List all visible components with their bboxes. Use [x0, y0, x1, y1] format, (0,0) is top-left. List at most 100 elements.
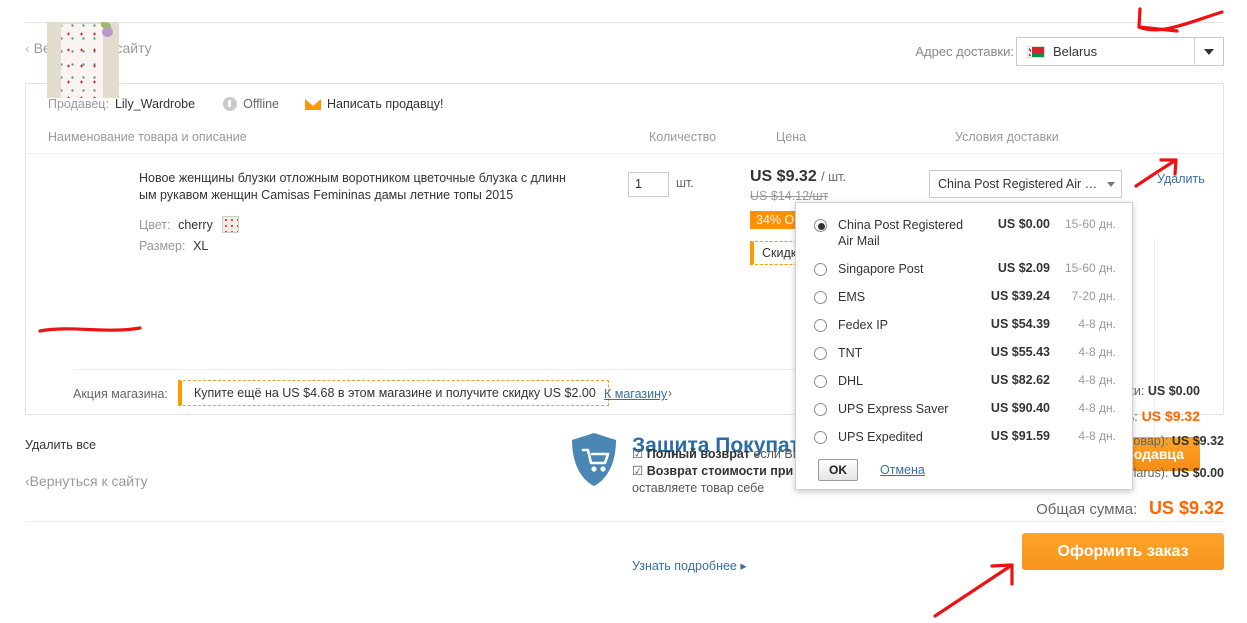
quantity-unit-label: шт. — [676, 176, 694, 190]
checkbox-checked-icon: ☑ — [632, 464, 644, 478]
product-size-value: XL — [193, 239, 209, 253]
column-header-shipping: Условия доставки — [955, 130, 1059, 144]
radio-icon[interactable] — [814, 291, 827, 304]
product-size-attr: Размер: XL — [139, 238, 208, 253]
radio-icon[interactable] — [814, 319, 827, 332]
protection-item-1-bold: Полный возврат — [646, 447, 750, 461]
product-title[interactable]: Новое женщины блузки отложным воротником… — [139, 170, 571, 204]
shipping-method-dropdown[interactable]: China Post Registered Air Mail US $0.00 15… — [795, 202, 1133, 490]
column-header-qty: Количество — [649, 130, 717, 144]
promo-arrow-icon: › — [668, 386, 672, 400]
order-total-label: Общая сумма: — [1036, 501, 1138, 518]
seller-status: Offline — [223, 97, 279, 111]
promo-text: Купите ещё на US $4.68 в этом магазине и… — [194, 386, 596, 400]
dropdown-cancel-link[interactable]: Отмена — [880, 463, 925, 477]
order-subtotal-value: US $9.32 — [1171, 434, 1224, 448]
card-shipping-cost-value: US $0.00 — [1147, 384, 1200, 398]
product-color-value: cherry — [178, 218, 213, 232]
product-thumbnail[interactable] — [47, 22, 119, 98]
shipping-option-price: US $0.00 — [997, 217, 1050, 231]
shipping-option-days: 4-8 дн. — [1078, 345, 1116, 359]
card-total: ть: US $9.32 — [1122, 408, 1200, 424]
product-image-bow — [102, 27, 113, 37]
shipping-address-value: Belarus — [1017, 44, 1194, 59]
order-total-value: US $9.32 — [1148, 498, 1224, 518]
shipping-address-label: Адрес доставки: — [915, 44, 1014, 59]
shipping-option-price: US $82.62 — [990, 373, 1050, 387]
seller-label: Продавец: — [48, 97, 109, 111]
shipping-option-5[interactable]: DHL US $82.62 4-8 дн. — [796, 367, 1132, 395]
shipping-option-name: UPS Express Saver — [838, 402, 949, 416]
shipping-option-name: DHL — [838, 374, 864, 388]
column-header-name: Наименование товара и описание — [48, 130, 247, 144]
delete-item-link[interactable]: Удалить — [1157, 172, 1205, 186]
shipping-method-select[interactable]: China Post Registered Air Mail — [929, 170, 1122, 198]
order-shipping-label: larus): — [1133, 466, 1169, 480]
radio-selected-icon[interactable] — [814, 219, 827, 232]
contact-seller-button[interactable]: Написать продавцу! — [305, 97, 444, 111]
shipping-option-days: 4-8 дн. — [1078, 317, 1116, 331]
delete-all-link[interactable]: Удалить все — [25, 438, 96, 452]
learn-more-link[interactable]: Узнать подробнее ▸ — [632, 558, 747, 573]
product-color-label: Цвет: — [139, 218, 171, 232]
protection-item-1-rest: если Вы — [749, 447, 802, 461]
shipping-method-label: China Post Registered Air Mail — [938, 177, 1103, 191]
buyer-protection-shield-icon — [572, 433, 616, 486]
shipping-option-3[interactable]: Fedex IP US $54.39 4-8 дн. — [796, 311, 1132, 339]
annotation-arrow-checkout — [933, 563, 1014, 618]
shipping-option-price: US $91.59 — [990, 429, 1050, 443]
contact-seller-label: Написать продавцу! — [327, 97, 444, 111]
shipping-option-4[interactable]: TNT US $55.43 4-8 дн. — [796, 339, 1132, 367]
shipping-option-6[interactable]: UPS Express Saver US $90.40 4-8 дн. — [796, 395, 1132, 423]
dropdown-actions: OK Отмена — [796, 451, 1132, 483]
checkout-button[interactable]: Оформить заказ — [1022, 533, 1224, 570]
shipping-address-select[interactable]: Belarus — [1016, 37, 1224, 66]
color-swatch-icon[interactable] — [222, 216, 240, 233]
shipping-option-price: US $55.43 — [990, 345, 1050, 359]
shipping-option-price: US $39.24 — [990, 289, 1050, 303]
product-size-label: Размер: — [139, 239, 186, 253]
order-subtotal: товар): US $9.32 — [1128, 434, 1224, 448]
chevron-down-icon — [1107, 181, 1115, 187]
checkbox-checked-icon: ☑ — [632, 447, 644, 461]
shipping-address-dropdown-button[interactable] — [1194, 38, 1223, 65]
shipping-option-name: EMS — [838, 290, 866, 304]
radio-icon[interactable] — [814, 431, 827, 444]
shipping-option-0[interactable]: China Post Registered Air Mail US $0.00 15… — [796, 211, 1132, 255]
card-total-value: US $9.32 — [1141, 408, 1200, 424]
seller-row: Продавец: Lily_Wardrobe Offline Написать… — [26, 84, 1223, 124]
order-shipping-value: US $0.00 — [1171, 466, 1224, 480]
shipping-option-name: UPS Expedited — [838, 430, 923, 444]
back-to-site-label-bottom: Вернуться к сайту — [29, 473, 148, 489]
shipping-option-days: 15-60 дн. — [1065, 217, 1116, 231]
shipping-option-2[interactable]: EMS US $39.24 7-20 дн. — [796, 283, 1132, 311]
shipping-option-1[interactable]: Singapore Post US $2.09 15-60 дн. — [796, 255, 1132, 283]
column-header-price: Цена — [776, 130, 807, 144]
radio-icon[interactable] — [814, 263, 827, 276]
shipping-option-days: 4-8 дн. — [1078, 429, 1116, 443]
order-shipping: larus): US $0.00 — [1134, 466, 1224, 480]
back-to-site-link-bottom[interactable]: ‹Вернуться к сайту — [25, 473, 148, 489]
radio-icon[interactable] — [814, 375, 827, 388]
envelope-icon — [305, 98, 321, 110]
shipping-option-name: China Post Registered Air Mail — [838, 218, 964, 248]
shipping-option-7[interactable]: UPS Expedited US $91.59 4-8 дн. — [796, 423, 1132, 451]
go-to-store-link[interactable]: К магазину — [604, 387, 667, 401]
bottom-divider — [25, 521, 1224, 522]
chevron-left-icon: ‹ — [25, 40, 30, 56]
product-price-original: US $14.12/шт — [750, 189, 829, 203]
shipping-option-name: Singapore Post — [838, 262, 924, 276]
shipping-option-price: US $54.39 — [990, 317, 1050, 331]
radio-icon[interactable] — [814, 403, 827, 416]
seller-name[interactable]: Lily_Wardrobe — [115, 97, 195, 111]
annotation-arrow-top — [1137, 10, 1224, 32]
shipping-option-price: US $2.09 — [997, 261, 1050, 275]
seller-status-label: Offline — [243, 97, 279, 111]
radio-icon[interactable] — [814, 347, 827, 360]
product-price-value: US $9.32 — [750, 168, 817, 185]
column-headers: Наименование товара и описание Количеств… — [26, 124, 1223, 154]
offline-icon — [223, 97, 238, 111]
promo-label: Акция магазина: — [73, 387, 168, 401]
quantity-input[interactable]: 1 — [628, 172, 669, 197]
dropdown-ok-button[interactable]: OK — [818, 459, 858, 481]
